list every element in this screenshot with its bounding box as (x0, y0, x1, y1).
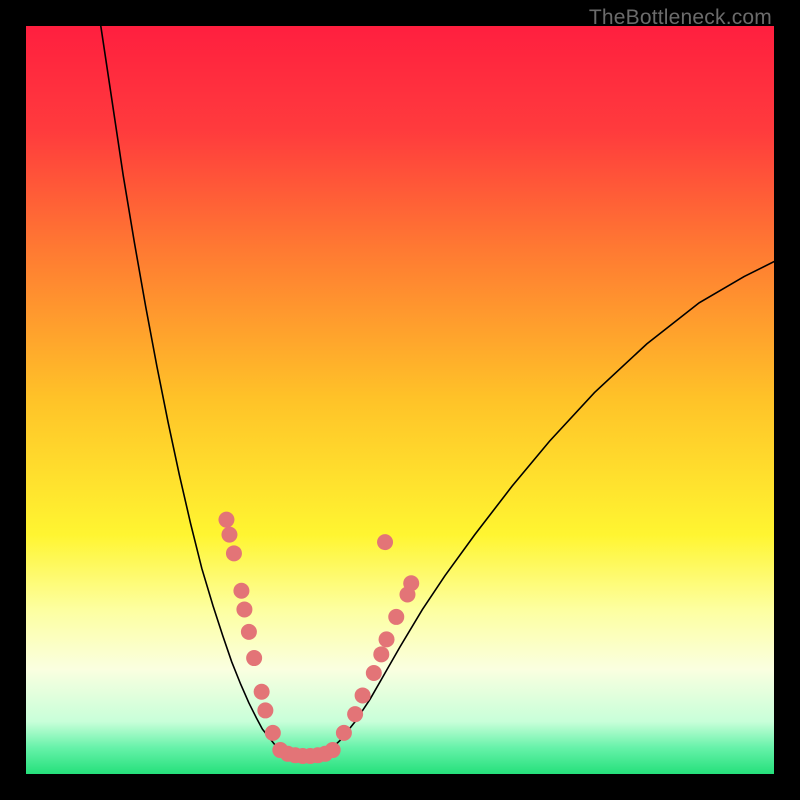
dot-dots-left (233, 583, 249, 599)
dot-dots-right (347, 706, 363, 722)
dot-dots-left (254, 684, 270, 700)
dot-dots-right (377, 534, 393, 550)
dot-dots-left (265, 725, 281, 741)
dot-dots-left (221, 527, 237, 543)
chart-frame (26, 26, 774, 774)
dot-dots-floor (325, 742, 341, 758)
dot-dots-left (236, 601, 252, 617)
gradient-background (26, 26, 774, 774)
dot-dots-right (379, 631, 395, 647)
dot-dots-right (355, 687, 371, 703)
dot-dots-left (218, 512, 234, 528)
dot-dots-right (403, 575, 419, 591)
dot-dots-right (373, 646, 389, 662)
dot-dots-left (246, 650, 262, 666)
dot-dots-left (241, 624, 257, 640)
dot-dots-left (226, 545, 242, 561)
bottleneck-chart (26, 26, 774, 774)
dot-dots-right (366, 665, 382, 681)
dot-dots-right (388, 609, 404, 625)
dot-dots-right (336, 725, 352, 741)
dot-dots-left (257, 702, 273, 718)
